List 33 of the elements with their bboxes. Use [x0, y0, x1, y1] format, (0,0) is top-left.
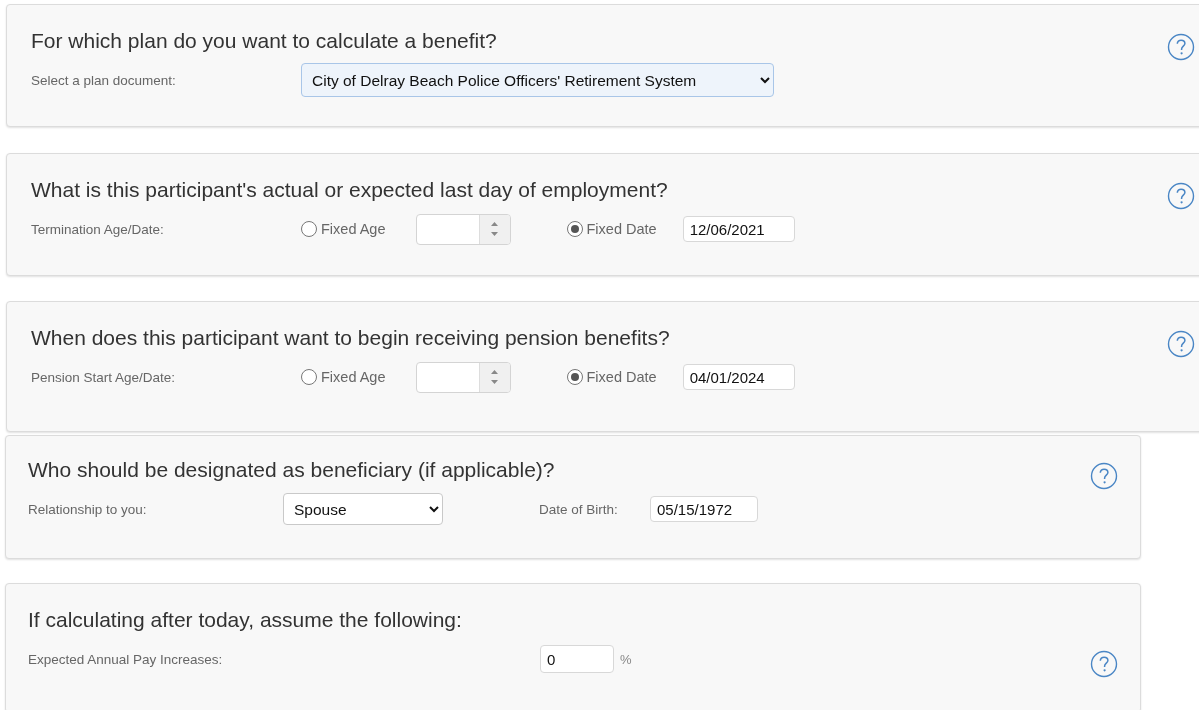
- date-field[interactable]: 12/06/2021: [682, 216, 795, 242]
- age-spinner-field[interactable]: [415, 213, 511, 245]
- radio-option[interactable]: Fixed Date: [566, 369, 657, 385]
- field-label: Select a plan document:: [31, 72, 177, 88]
- up-arrow-icon[interactable]: [491, 222, 498, 226]
- help-icon[interactable]: [1167, 182, 1195, 210]
- question-title: What is this participant's actual or expected last day of employment?: [31, 177, 669, 203]
- age-spinner-field[interactable]: [415, 361, 511, 393]
- help-icon[interactable]: [1090, 462, 1118, 490]
- field-label: Pension Start Age/Date:: [31, 369, 177, 385]
- field-label: Relationship to you:: [28, 501, 148, 517]
- relationship-select[interactable]: Spouse: [283, 493, 443, 525]
- unit-label: %: [620, 651, 632, 667]
- question-title: Who should be designated as beneficiary (if applicable)?: [28, 457, 556, 483]
- date-field[interactable]: 05/15/1972: [650, 496, 758, 522]
- date-field[interactable]: 04/01/2024: [682, 364, 795, 390]
- radio-option[interactable]: Fixed Date: [566, 221, 657, 237]
- percent-field[interactable]: 0: [540, 645, 614, 673]
- question-title: When does this participant want to begin receiving pension benefits?: [31, 325, 671, 351]
- question-title: If calculating after today, assume the following:: [28, 607, 463, 633]
- plan-select[interactable]: City of Delray Beach Police Officers' Retirement System: [301, 63, 774, 97]
- down-arrow-icon[interactable]: [491, 232, 498, 236]
- field-label: Date of Birth:: [539, 501, 619, 517]
- help-icon[interactable]: [1167, 330, 1195, 358]
- field-label: Expected Annual Pay Increases:: [28, 651, 224, 667]
- help-icon[interactable]: [1090, 650, 1118, 678]
- up-arrow-icon[interactable]: [491, 370, 498, 374]
- down-arrow-icon[interactable]: [491, 380, 498, 384]
- help-icon[interactable]: [1167, 33, 1195, 61]
- question-title: For which plan do you want to calculate a benefit?: [31, 28, 498, 54]
- radio-option[interactable]: Fixed Age: [301, 369, 386, 385]
- field-label: Termination Age/Date:: [31, 221, 165, 237]
- radio-option[interactable]: Fixed Age: [301, 221, 386, 237]
